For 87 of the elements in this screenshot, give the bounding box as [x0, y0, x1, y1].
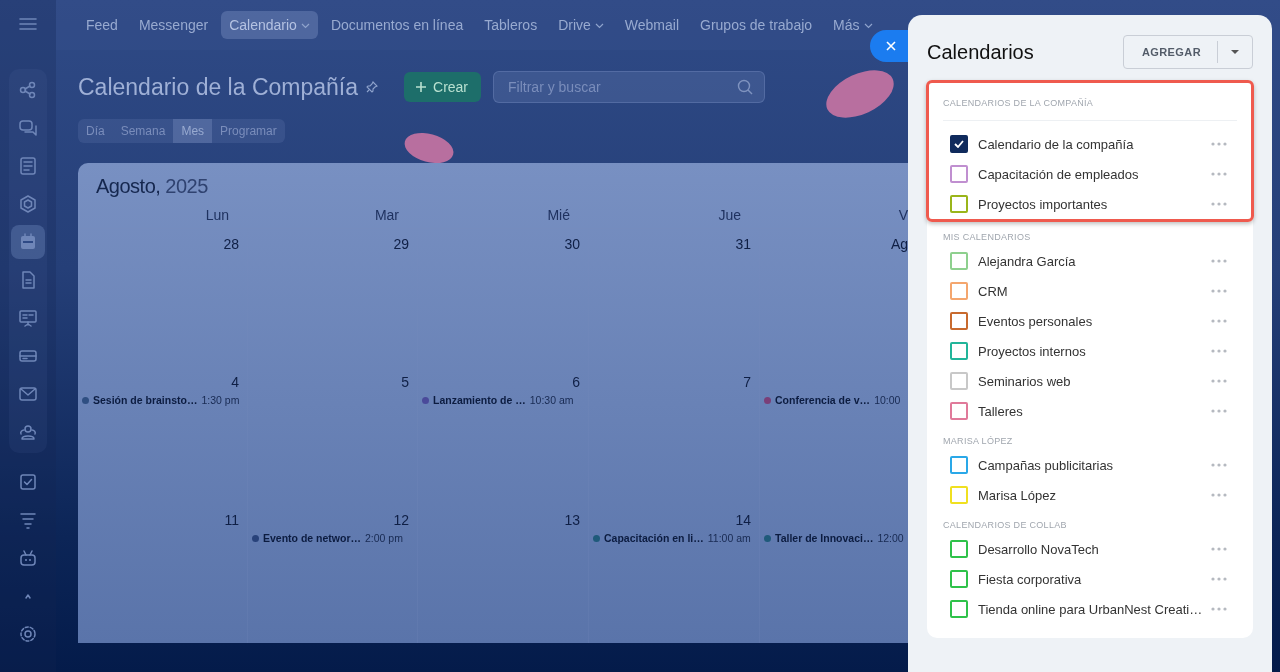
weekday-label: Mar — [248, 199, 418, 229]
view-tab[interactable]: Semana — [112, 119, 174, 143]
event-time: 10:00 — [874, 394, 901, 406]
calendar-event[interactable]: Lanzamiento de … 10:30 am — [422, 394, 580, 406]
nav-tab[interactable]: Más — [825, 11, 881, 39]
event-time: 12:00 — [877, 532, 904, 544]
day-number: 5 — [401, 374, 409, 390]
day-cell[interactable]: 28 — [78, 229, 248, 367]
panel-title: Calendarios — [927, 40, 1034, 64]
day-cell[interactable]: 4 Sesión de brainsto… 1:30 pm — [78, 367, 248, 505]
event-time: 1:30 pm — [201, 394, 240, 406]
day-cell[interactable]: 5 — [248, 367, 418, 505]
day-cell[interactable]: 7 — [589, 367, 760, 505]
nav-tab[interactable]: Feed — [78, 11, 126, 39]
day-cell[interactable]: Conferencia de v… 10:00 — [760, 367, 908, 505]
nav-tab[interactable]: Documentos en línea — [322, 11, 472, 39]
day-number: 29 — [393, 236, 409, 252]
day-cell[interactable]: 11 — [78, 505, 248, 643]
event-time: 11:00 am — [707, 532, 751, 544]
view-tab[interactable]: Mes — [173, 119, 213, 143]
day-number: 13 — [564, 512, 580, 528]
day-cell[interactable]: 30 — [418, 229, 589, 367]
day-number: 6 — [572, 374, 580, 390]
nav-tab[interactable]: Messenger — [130, 11, 217, 39]
nav-tab[interactable]: Drive — [550, 11, 612, 39]
calendar-name[interactable]: Tienda online para UrbanNest Creati… — [978, 601, 1211, 617]
add-split-button[interactable]: AGREGAR — [1122, 35, 1253, 69]
day-cell[interactable]: Taller de Innovaci… 12:00 — [760, 505, 908, 643]
event-title: Sesión de brainsto… — [93, 394, 198, 406]
calendar-name[interactable]: Proyectos importantes — [978, 196, 1211, 212]
calendar-name[interactable]: Seminarios web — [978, 373, 1211, 389]
event-title: Conferencia de v… — [775, 394, 871, 406]
calendar-event[interactable]: Capacitación en li… 11:00 am — [593, 532, 751, 544]
calendar-event[interactable]: Evento de networ… 2:00 pm — [252, 532, 409, 544]
section-heading: CALENDARIOS DE LA COMPAÑÍA — [943, 83, 1237, 121]
day-number: 28 — [223, 236, 239, 252]
month-label: Agosto, — [96, 175, 161, 197]
day-number: 14 — [735, 512, 751, 528]
day-cell[interactable]: Ag — [760, 229, 908, 367]
calendar-name[interactable]: Fiesta corporativa — [978, 571, 1211, 587]
year-label: 2025 — [165, 175, 208, 197]
calendar-name[interactable]: Proyectos internos — [978, 343, 1211, 359]
day-number: 12 — [393, 512, 409, 528]
calendar-name[interactable]: Calendario de la compañía — [978, 136, 1211, 152]
view-tab[interactable]: Programar — [212, 119, 285, 143]
day-number: 4 — [231, 374, 239, 390]
calendar-name[interactable]: Alejandra García — [978, 253, 1211, 269]
event-time: 10:30 am — [529, 394, 574, 406]
day-number: 31 — [735, 236, 751, 252]
section-heading: CALENDARIOS DE COLLAB — [943, 519, 1068, 532]
calendar-event[interactable]: Sesión de brainsto… 1:30 pm — [82, 394, 239, 406]
nav-tab[interactable]: Grupos de trabajo — [692, 11, 821, 39]
view-tab[interactable]: Día — [78, 119, 113, 143]
day-cell[interactable]: 13 — [418, 505, 589, 643]
section-heading: MIS CALENDARIOS — [943, 231, 1032, 244]
calendar-name[interactable]: Desarrollo NovaTech — [978, 541, 1211, 557]
day-number: 7 — [743, 374, 751, 390]
calendar-event[interactable]: Taller de Innovaci… 12:00 — [764, 532, 908, 544]
weekday-label: Mié — [418, 199, 589, 229]
create-button[interactable]: Crear — [404, 72, 482, 102]
page-title: Calendario de la Compañía — [78, 73, 358, 101]
event-time: 2:00 pm — [365, 532, 403, 544]
calendar-name[interactable]: Campañas publicitarias — [978, 457, 1211, 473]
event-title: Taller de Innovaci… — [775, 532, 874, 544]
weekday-label: Lun — [78, 199, 248, 229]
weekday-label: Jue — [589, 199, 760, 229]
nav-tab[interactable]: Calendario — [221, 11, 318, 39]
day-cell[interactable]: 29 — [248, 229, 418, 367]
calendar-event[interactable]: Conferencia de v… 10:00 — [764, 394, 908, 406]
event-title: Lanzamiento de … — [433, 394, 526, 406]
day-number: 30 — [564, 236, 580, 252]
calendar-name[interactable]: Eventos personales — [978, 313, 1211, 329]
day-number: 11 — [224, 512, 239, 528]
calendar-name[interactable]: CRM — [978, 283, 1211, 299]
day-cell[interactable]: 12 Evento de networ… 2:00 pm — [248, 505, 418, 643]
nav-tab[interactable]: Tableros — [476, 11, 546, 39]
day-cell[interactable]: 31 — [589, 229, 760, 367]
calendar-name[interactable]: Marisa López — [978, 487, 1211, 503]
event-title: Evento de networ… — [263, 532, 361, 544]
calendar-name[interactable]: Capacitación de empleados — [978, 166, 1211, 182]
day-number: Ag — [890, 236, 908, 252]
calendar-name[interactable]: Talleres — [978, 403, 1211, 419]
day-cell[interactable]: 14 Capacitación en li… 11:00 am — [589, 505, 760, 643]
event-title: Capacitación en li… — [604, 532, 704, 544]
section-heading: MARISA LÓPEZ — [943, 435, 1014, 448]
day-cell[interactable]: 6 Lanzamiento de … 10:30 am — [418, 367, 589, 505]
nav-tab[interactable]: Webmail — [616, 11, 687, 39]
